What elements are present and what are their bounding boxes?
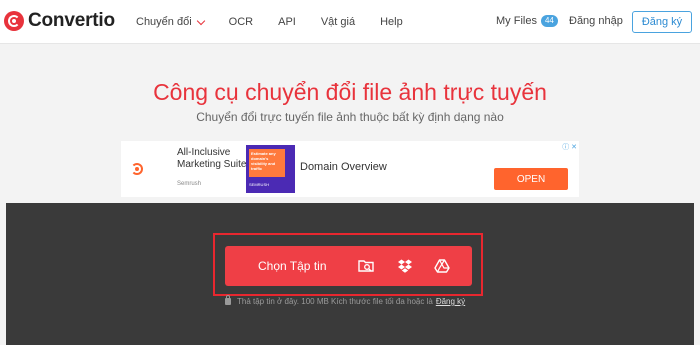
chevron-down-icon bbox=[196, 16, 205, 25]
upload-hint-text: Thả tập tin ở đây. 100 MB Kích thước fil… bbox=[237, 297, 433, 306]
ad-brand-text: All-Inclusive Marketing Suite bbox=[177, 147, 247, 170]
top-header: Convertio Chuyển đổi OCR API Vật giá Hel… bbox=[0, 0, 700, 44]
signup-hint-link[interactable]: Đăng ký bbox=[436, 297, 465, 306]
folder-search-icon[interactable] bbox=[358, 258, 374, 274]
ad-open-button[interactable]: OPEN bbox=[494, 168, 568, 190]
semrush-logo-icon bbox=[131, 163, 143, 175]
login-link[interactable]: Đăng nhập bbox=[569, 15, 623, 27]
lock-icon bbox=[225, 295, 231, 305]
upload-hint: Thả tập tin ở đây. 100 MB Kích thước fil… bbox=[225, 295, 465, 306]
ad-image: Estimate any domain's visibility and tra… bbox=[246, 145, 295, 193]
ad-image-text: Estimate any domain's visibility and tra… bbox=[249, 149, 285, 177]
choose-files-button[interactable]: Chọn Tập tin bbox=[225, 246, 472, 286]
main-nav: Chuyển đổi OCR API Vật giá Help bbox=[136, 0, 428, 44]
ad-close-icon[interactable]: ⓘ ✕ bbox=[562, 142, 577, 152]
ad-headline: Domain Overview bbox=[300, 161, 387, 173]
nav-label: Chuyển đổi bbox=[136, 16, 192, 28]
ad-banner[interactable]: ⓘ ✕ All-Inclusive Marketing Suite Semrus… bbox=[121, 141, 579, 197]
choose-files-label: Chọn Tập tin bbox=[258, 259, 327, 273]
dropbox-icon[interactable] bbox=[397, 258, 413, 274]
ad-brand-small: Semrush bbox=[177, 181, 202, 187]
signup-button[interactable]: Đăng ký bbox=[632, 11, 692, 33]
nav-item-pricing[interactable]: Vật giá bbox=[321, 16, 355, 28]
nav-item-ocr[interactable]: OCR bbox=[229, 16, 253, 28]
nav-item-api[interactable]: API bbox=[278, 16, 296, 28]
ad-image-footer: SEMRUSH bbox=[249, 182, 270, 187]
my-files-link[interactable]: My Files 44 bbox=[496, 15, 558, 27]
nav-item-convert[interactable]: Chuyển đổi bbox=[136, 16, 205, 28]
page-title: Công cụ chuyển đổi file ảnh trực tuyến bbox=[153, 79, 547, 105]
my-files-count-badge: 44 bbox=[540, 15, 558, 27]
page-subtitle: Chuyển đổi trực tuyến file ảnh thuộc bất… bbox=[196, 110, 504, 124]
nav-item-help[interactable]: Help bbox=[380, 16, 403, 28]
google-drive-icon[interactable] bbox=[434, 258, 450, 274]
brand-logo[interactable]: Convertio bbox=[4, 10, 115, 32]
my-files-label: My Files bbox=[496, 15, 537, 27]
brand-name: Convertio bbox=[28, 10, 115, 31]
logo-icon bbox=[4, 11, 24, 31]
